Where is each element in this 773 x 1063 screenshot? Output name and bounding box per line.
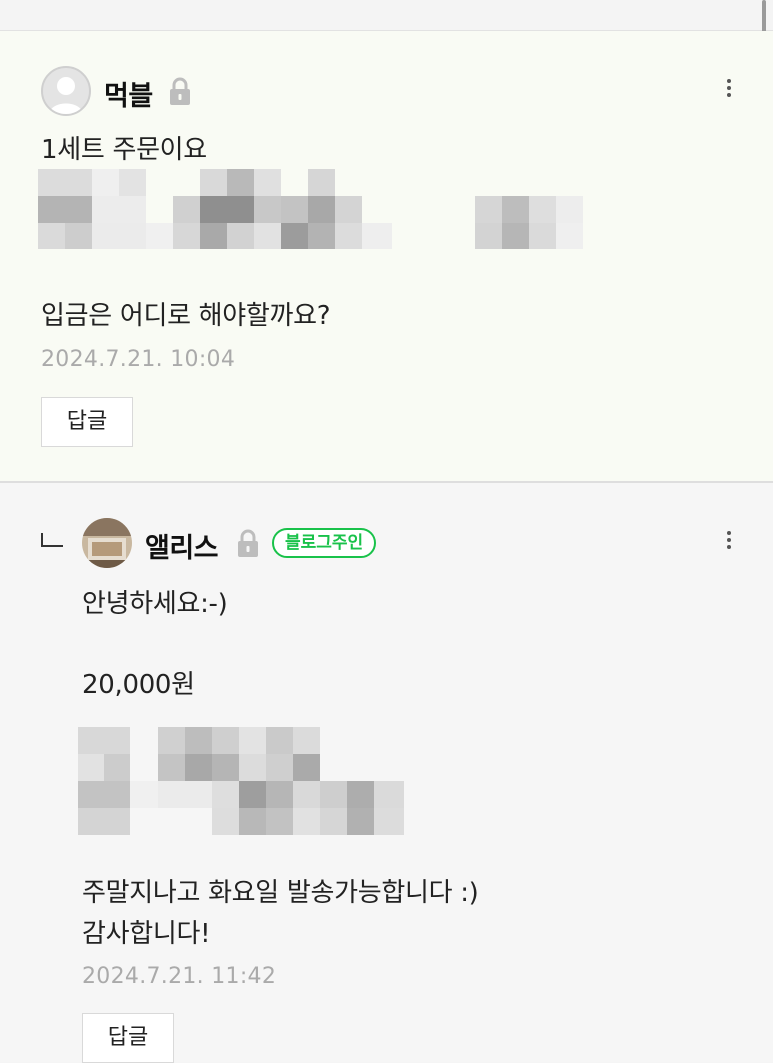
comment-text-line: 20,000원 (82, 670, 195, 700)
comment-text-line: 입금은 어디로 해야할까요? (41, 301, 331, 331)
comment-item: 먹블 1세트 주문이요 입금은 어디로 해야할까요? 2024.7.21. 10… (0, 31, 773, 483)
top-bar (0, 0, 773, 31)
comment-text-line: 주말지나고 화요일 발송가능합니다 :) (82, 878, 479, 908)
avatar[interactable] (82, 518, 132, 568)
comment-text-line: 안녕하세요:-) (82, 589, 228, 619)
comment-date: 2024.7.21. 11:42 (82, 964, 277, 989)
comment-text-line: 1세트 주문이요 (41, 135, 207, 165)
comment-author[interactable]: 먹블 (104, 74, 153, 113)
comment-date: 2024.7.21. 10:04 (41, 347, 236, 372)
reply-arrow-icon (41, 533, 63, 547)
owner-badge: 블로그주인 (272, 528, 377, 558)
lock-icon (170, 77, 190, 105)
comment-text-line: 감사합니다! (82, 919, 211, 949)
person-icon (49, 77, 83, 114)
blurred-content (78, 727, 408, 837)
avatar[interactable] (41, 66, 91, 116)
reply-comment-item: 앨리스 블로그주인 안녕하세요:-) 20,000원 주말지나고 화요일 발송가… (0, 483, 773, 1063)
blurred-content (38, 169, 588, 249)
more-vertical-icon[interactable] (724, 76, 734, 106)
lock-icon (238, 529, 258, 557)
profile-photo (82, 518, 132, 568)
more-vertical-icon[interactable] (724, 528, 734, 558)
comment-author[interactable]: 앨리스 (145, 526, 219, 565)
reply-button[interactable]: 답글 (41, 397, 133, 447)
reply-button[interactable]: 답글 (82, 1013, 174, 1063)
